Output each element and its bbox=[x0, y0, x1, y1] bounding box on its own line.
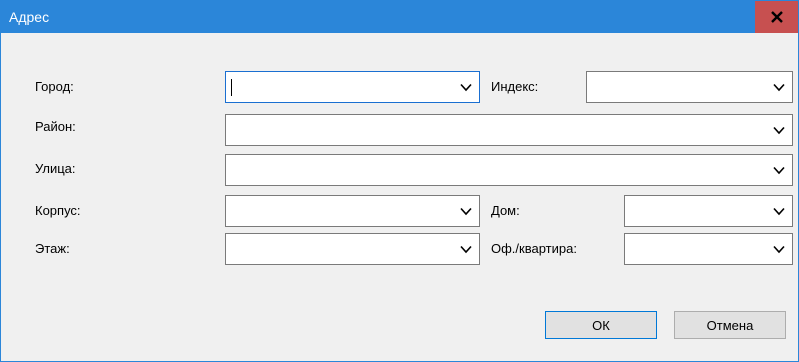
district-combobox[interactable] bbox=[225, 114, 793, 146]
chevron-down-icon[interactable] bbox=[460, 207, 472, 216]
dialog-body: Город: Индекс: Район: Улица: Корпус: Дом… bbox=[9, 34, 798, 361]
apartment-combobox[interactable] bbox=[624, 233, 793, 265]
title-bar[interactable]: Адрес bbox=[1, 1, 798, 33]
chevron-down-icon[interactable] bbox=[773, 245, 785, 254]
close-button[interactable] bbox=[755, 1, 798, 33]
window-title: Адрес bbox=[9, 9, 50, 25]
address-dialog: Адрес Город: Индекс: Район: Улица: Корпу… bbox=[0, 0, 799, 362]
building-combobox[interactable] bbox=[225, 195, 480, 227]
index-combobox[interactable] bbox=[586, 71, 793, 103]
floor-label: Этаж: bbox=[35, 241, 70, 256]
chevron-down-icon[interactable] bbox=[460, 245, 472, 254]
floor-combobox[interactable] bbox=[225, 233, 480, 265]
index-label: Индекс: bbox=[491, 79, 539, 94]
chevron-down-icon[interactable] bbox=[460, 83, 472, 92]
street-combobox[interactable] bbox=[225, 154, 793, 186]
chevron-down-icon[interactable] bbox=[773, 83, 785, 92]
apartment-label: Оф./квартира: bbox=[491, 241, 577, 256]
cancel-button[interactable]: Отмена bbox=[674, 311, 786, 339]
close-icon bbox=[770, 11, 783, 23]
city-label: Город: bbox=[35, 79, 74, 94]
text-caret bbox=[231, 79, 232, 96]
chevron-down-icon[interactable] bbox=[773, 126, 785, 135]
ok-button[interactable]: ОК bbox=[545, 311, 657, 339]
house-label: Дом: bbox=[491, 203, 520, 218]
street-label: Улица: bbox=[35, 161, 76, 176]
district-label: Район: bbox=[35, 119, 76, 134]
city-combobox[interactable] bbox=[225, 71, 480, 103]
house-combobox[interactable] bbox=[624, 195, 793, 227]
chevron-down-icon[interactable] bbox=[773, 166, 785, 175]
chevron-down-icon[interactable] bbox=[773, 207, 785, 216]
building-label: Корпус: bbox=[35, 203, 81, 218]
